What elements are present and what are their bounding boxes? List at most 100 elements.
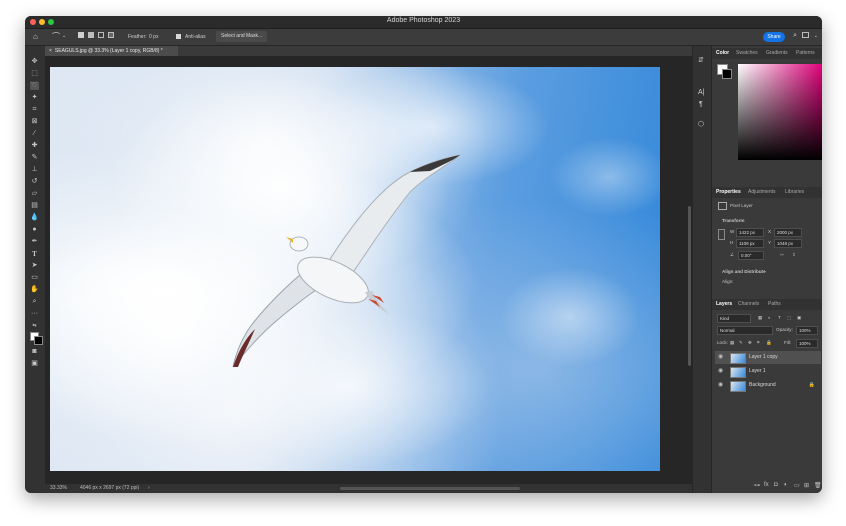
blend-mode-select[interactable]: Normal	[717, 326, 773, 335]
workspace-icon[interactable]	[802, 32, 809, 38]
adjustment-layer-icon[interactable]: ◐	[784, 482, 788, 488]
eye-icon[interactable]: ◉	[718, 379, 723, 392]
tab-swatches[interactable]: Swatches	[736, 48, 758, 59]
lock-all-icon[interactable]: 🔒	[766, 340, 772, 346]
lock-transparent-icon[interactable]: ▦	[730, 340, 734, 346]
filter-type-icon[interactable]: T	[778, 315, 781, 320]
lasso-tool-icon[interactable]: ⌒	[52, 31, 60, 42]
vertical-scrollbar[interactable]	[688, 206, 691, 366]
angle-field[interactable]: 0.00°	[738, 251, 764, 260]
pen-tool-icon[interactable]: ✒	[30, 238, 39, 246]
screen-mode-icon[interactable]: ▣	[30, 360, 39, 368]
select-and-mask-button[interactable]: Select and Mask...	[216, 31, 268, 42]
dodge-tool-icon[interactable]: ●	[30, 226, 39, 234]
trash-icon[interactable]: 🗑	[814, 482, 822, 489]
clone-stamp-tool-icon[interactable]: ⊥	[30, 166, 39, 174]
subtract-selection-icon[interactable]	[98, 32, 104, 38]
new-layer-icon[interactable]: ⊞	[804, 482, 809, 489]
filter-shape-icon[interactable]: ⬚	[787, 315, 791, 321]
zoom-level[interactable]: 33.33%	[50, 484, 67, 493]
layer-row[interactable]: ◉ Layer 1	[715, 365, 821, 378]
chevron-down-icon[interactable]: ⌄	[814, 33, 818, 39]
lock-icon[interactable]: 🔒	[809, 379, 815, 392]
tab-channels[interactable]: Channels	[738, 299, 759, 310]
crop-tool-icon[interactable]: ⌗	[30, 106, 39, 114]
link-layers-icon[interactable]: ⊶	[754, 482, 760, 489]
eyedropper-tool-icon[interactable]: ⁄	[30, 130, 39, 138]
move-tool-icon[interactable]: ✥	[30, 58, 39, 66]
bg-color-swatch[interactable]	[722, 69, 732, 79]
link-dimensions-icon[interactable]	[718, 229, 725, 240]
width-field[interactable]: 1422 px	[736, 228, 764, 237]
filter-adjustment-icon[interactable]: ◐	[768, 315, 771, 320]
add-selection-icon[interactable]	[88, 32, 94, 38]
tab-color[interactable]: Color	[716, 48, 729, 59]
default-colors-icon[interactable]: ⇆	[30, 322, 39, 330]
close-icon[interactable]: ×	[49, 48, 52, 54]
filter-smart-object-icon[interactable]: ▣	[797, 315, 801, 321]
document-dimensions[interactable]: 4046 px x 2697 px (72 ppi)	[80, 484, 139, 493]
home-icon[interactable]: ⌂	[33, 32, 38, 41]
eraser-tool-icon[interactable]: ▱	[30, 190, 39, 198]
document-area[interactable]	[45, 56, 692, 484]
history-icon[interactable]: ⇵	[698, 56, 704, 64]
lock-image-icon[interactable]: ✎	[739, 340, 743, 346]
frame-tool-icon[interactable]: ⊠	[30, 118, 39, 126]
marquee-tool-icon[interactable]: ⬚	[30, 70, 39, 78]
flip-horizontal-icon[interactable]: ⇿	[780, 252, 784, 258]
eye-icon[interactable]: ◉	[718, 365, 723, 378]
paragraph-icon[interactable]: ¶	[699, 101, 703, 108]
align-distribute-header[interactable]: Align and Distribute	[722, 269, 766, 274]
document-tab[interactable]: × SEAGULS.jpg @ 33.3% (Layer 1 copy, RGB/…	[45, 46, 178, 56]
image-canvas[interactable]	[50, 67, 660, 471]
tab-patterns[interactable]: Patterns	[796, 48, 815, 59]
flip-vertical-icon[interactable]: ⇳	[792, 252, 796, 258]
gradient-tool-icon[interactable]: ▤	[30, 202, 39, 210]
brush-tool-icon[interactable]: ✎	[30, 154, 39, 162]
transform-section-header[interactable]: Transform	[722, 218, 744, 223]
tab-libraries[interactable]: Libraries	[785, 187, 804, 198]
libraries-icon[interactable]: ⬡	[698, 120, 704, 128]
type-tool-icon[interactable]: T	[30, 250, 39, 258]
fx-icon[interactable]: fx	[764, 482, 769, 488]
opacity-field[interactable]: 100%	[796, 326, 818, 335]
eye-icon[interactable]: ◉	[718, 351, 723, 364]
lasso-tool-icon[interactable]: ➰	[30, 82, 39, 90]
tab-gradients[interactable]: Gradients	[766, 48, 788, 59]
filter-pixel-icon[interactable]: ▦	[758, 315, 762, 321]
anti-alias-checkbox[interactable]	[176, 34, 181, 39]
chevron-right-icon[interactable]: ›	[148, 484, 150, 493]
intersect-selection-icon[interactable]	[108, 32, 114, 38]
search-icon[interactable]: ⌕	[793, 32, 797, 40]
height-field[interactable]: 1109 px	[736, 239, 764, 248]
x-field[interactable]: 2000 px	[774, 228, 802, 237]
share-button[interactable]: Share	[763, 32, 785, 42]
path-selection-tool-icon[interactable]: ➤	[30, 262, 39, 270]
layer-filter-kind[interactable]: Kind	[717, 314, 751, 323]
more-tools-icon[interactable]: ···	[30, 310, 39, 318]
blur-tool-icon[interactable]: 💧	[30, 214, 39, 222]
lock-artboard-icon[interactable]: ⌗	[757, 340, 760, 345]
tab-layers[interactable]: Layers	[716, 299, 732, 310]
hand-tool-icon[interactable]: ✋	[30, 286, 39, 294]
layer-row[interactable]: ◉ Background 🔒	[715, 379, 821, 392]
layer-row[interactable]: ◉ Layer 1 copy	[715, 351, 821, 364]
rectangle-tool-icon[interactable]: ▭	[30, 274, 39, 282]
horizontal-scrollbar[interactable]	[340, 487, 520, 490]
feather-input[interactable]: 0 px	[149, 34, 158, 40]
character-icon[interactable]: A|	[698, 89, 705, 96]
y-field[interactable]: 1048 px	[774, 239, 802, 248]
fill-field[interactable]: 100%	[796, 339, 818, 348]
new-selection-icon[interactable]	[78, 32, 84, 38]
history-brush-tool-icon[interactable]: ↺	[30, 178, 39, 186]
lock-position-icon[interactable]: ✥	[748, 340, 752, 346]
color-picker-field[interactable]	[738, 64, 822, 160]
chevron-down-icon[interactable]: ⌄	[62, 33, 66, 39]
healing-brush-tool-icon[interactable]: ✚	[30, 142, 39, 150]
layer-mask-icon[interactable]: ◘	[774, 482, 778, 488]
group-folder-icon[interactable]: ▭	[794, 482, 800, 489]
quick-mask-icon[interactable]: ◙	[30, 348, 39, 356]
tab-properties[interactable]: Properties	[716, 187, 741, 198]
background-color-swatch[interactable]	[34, 336, 43, 345]
zoom-tool-icon[interactable]: ⌕	[30, 298, 39, 306]
